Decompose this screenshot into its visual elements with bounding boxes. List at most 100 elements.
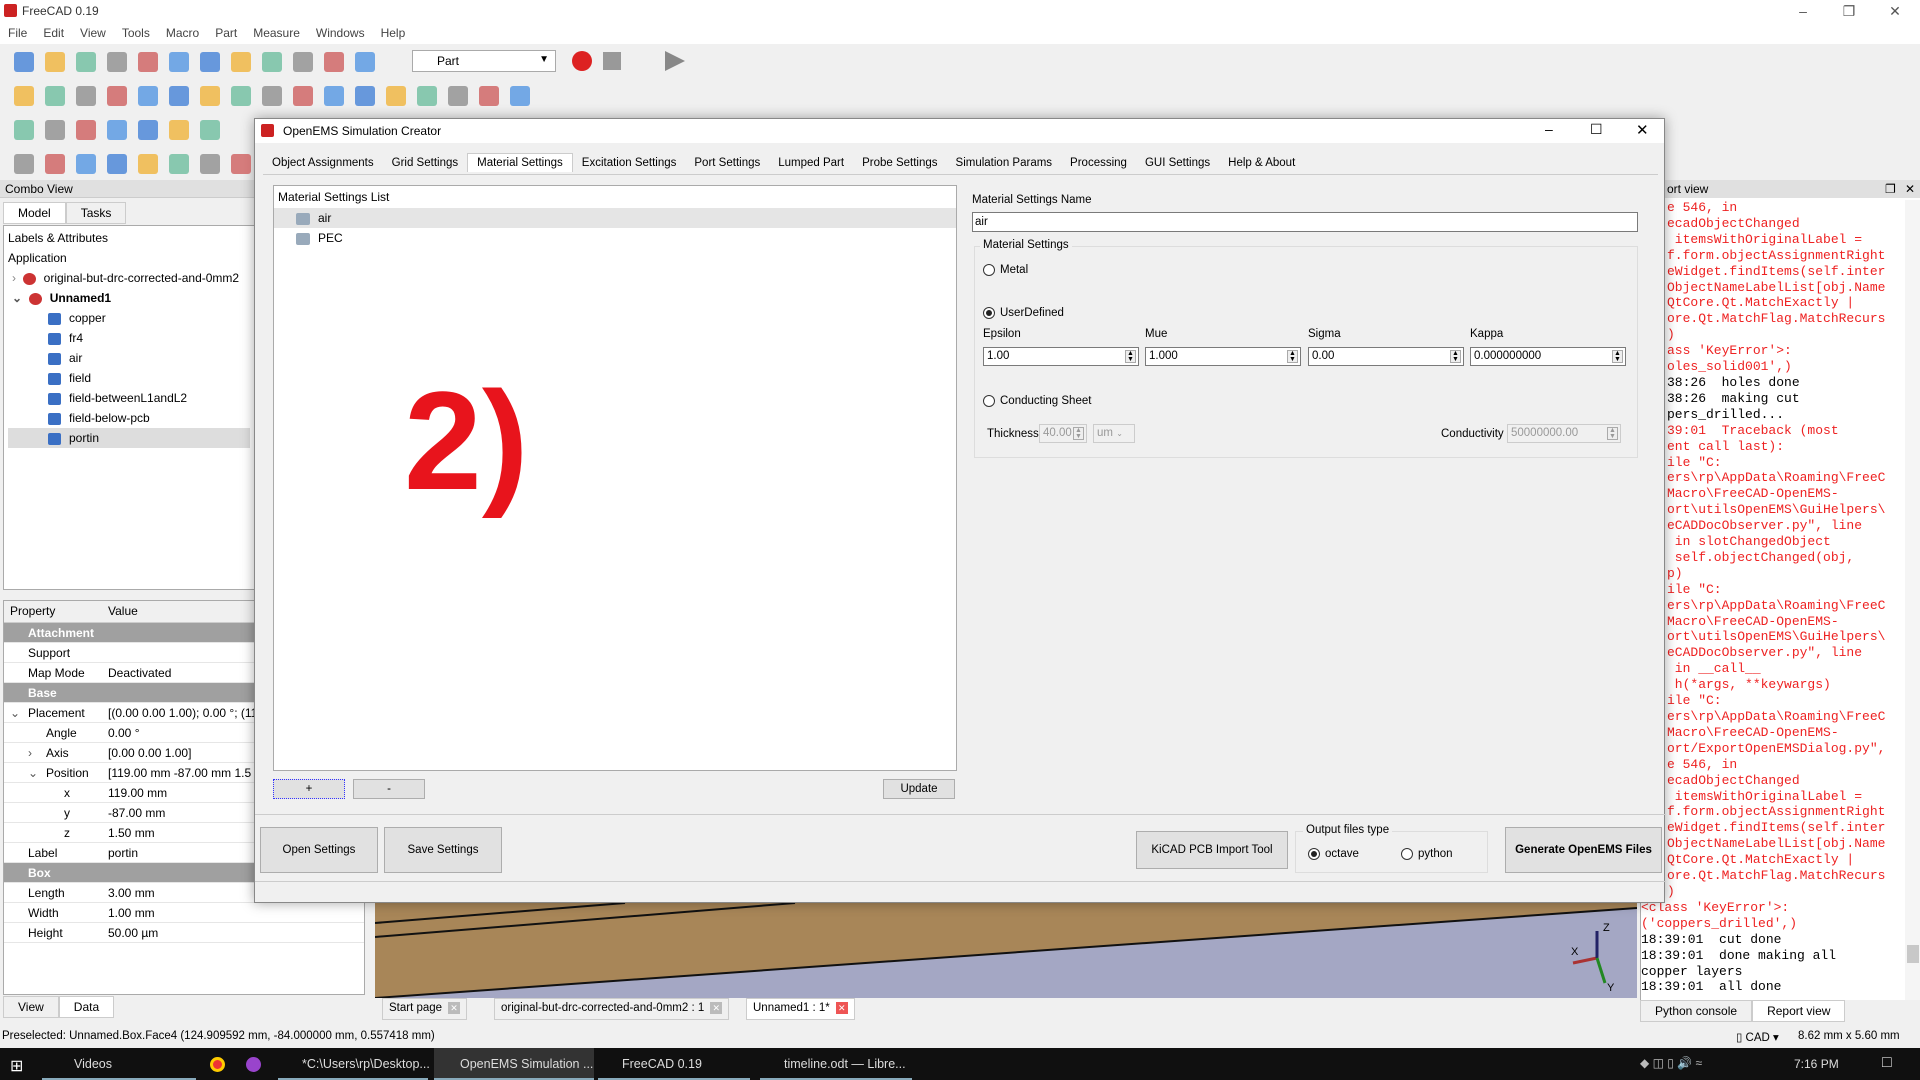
navigation-style-button[interactable]: ▯ CAD ▾ [1736,1030,1779,1044]
tab-simulation-params[interactable]: Simulation Params [947,154,1062,172]
taskbar-freecad[interactable]: FreeCAD 0.19 [598,1048,750,1080]
kicad-import-button[interactable]: KiCAD PCB Import Tool [1136,831,1288,869]
minimize-icon[interactable]: – [1545,121,1553,137]
report-scrollbar[interactable] [1905,200,1920,1000]
toolbar-button-icon[interactable] [355,86,375,106]
chrome-icon[interactable] [210,1057,225,1072]
tab-port-settings[interactable]: Port Settings [685,154,769,172]
conductivity-spinbox[interactable]: 50000000.00 ▲ ▼ [1507,424,1621,443]
menu-windows[interactable]: Windows [308,22,373,40]
view-tab-unnamed1[interactable]: Unnamed1 : 1* ✕ [746,998,855,1020]
toolbar-button-icon[interactable] [293,86,313,106]
property-row[interactable]: Width 1.00 mm [4,903,364,923]
restore-icon[interactable]: ❐ [1826,0,1872,22]
toolbar-button-icon[interactable] [262,52,282,72]
open-settings-button[interactable]: Open Settings [260,827,378,873]
sigma-spinbox[interactable]: 0.00 ▲ ▼ [1308,347,1464,366]
toolbar-button-icon[interactable] [169,120,189,140]
toolbar-button-icon[interactable] [138,120,158,140]
toolbar-button-icon[interactable] [138,154,158,174]
tab-python-console[interactable]: Python console [1640,1000,1753,1022]
toolbar-button-icon[interactable] [138,52,158,72]
toolbar-button-icon[interactable] [14,86,34,106]
tab-tasks[interactable]: Tasks [65,202,127,224]
menu-help[interactable]: Help [373,22,414,40]
toolbar-button-icon[interactable] [107,86,127,106]
tab-object-assignments[interactable]: Object Assignments [263,154,383,172]
chevron-down-icon[interactable]: ⌄ [28,763,38,783]
toolbar-button-icon[interactable] [293,52,313,72]
add-material-button[interactable]: + [273,779,345,799]
tab-data[interactable]: Data [58,996,115,1018]
3d-view[interactable]: X Z Y [375,903,1637,998]
thickness-unit-select[interactable]: um ⌄ [1093,424,1135,443]
radio-python[interactable]: python [1401,848,1453,860]
app-icon[interactable] [246,1057,261,1072]
close-panel-icon[interactable]: ✕ [1905,182,1915,196]
tab-report-view[interactable]: Report view [1752,1000,1846,1022]
toolbar-button-icon[interactable] [107,120,127,140]
toolbar-button-icon[interactable] [169,52,189,72]
toolbar-button-icon[interactable] [231,154,251,174]
material-name-input[interactable] [972,212,1638,232]
toolbar-button-icon[interactable] [14,154,34,174]
toolbar-button-icon[interactable] [14,120,34,140]
toolbar-button-icon[interactable] [169,86,189,106]
close-tab-icon[interactable]: ✕ [710,1002,723,1014]
toolbar-button-icon[interactable] [76,120,96,140]
toolbar-button-icon[interactable] [45,154,65,174]
tree-item-copper[interactable]: copper [8,308,250,328]
tab-probe-settings[interactable]: Probe Settings [853,154,946,172]
kappa-spinbox[interactable]: 0.000000000 ▲ ▼ [1470,347,1626,366]
toolbar-button-icon[interactable] [355,52,375,72]
toolbar-button-icon[interactable] [231,52,251,72]
material-item-pec[interactable]: PEC [274,228,956,248]
generate-openems-button[interactable]: Generate OpenEMS Files [1505,827,1662,873]
close-icon[interactable]: ✕ [1636,121,1649,139]
chevron-right-icon[interactable]: › [28,743,32,763]
tree-item-air[interactable]: air [8,348,250,368]
taskbar-libreoffice[interactable]: timeline.odt — Libre... [760,1048,912,1080]
toolbar-button-icon[interactable] [169,154,189,174]
spin-arrows-icon[interactable]: ▲ ▼ [1607,427,1618,440]
tab-grid-settings[interactable]: Grid Settings [383,154,467,172]
tree-doc-original[interactable]: › original-but-drc-corrected-and-0mm2 [8,268,250,288]
tab-material-settings[interactable]: Material Settings [467,153,573,172]
toolbar-button-icon[interactable] [76,86,96,106]
toolbar-button-icon[interactable] [45,86,65,106]
spin-arrows-icon[interactable]: ▲ ▼ [1612,350,1623,363]
toolbar-button-icon[interactable] [138,86,158,106]
toolbar-button-icon[interactable] [262,86,282,106]
toolbar-button-icon[interactable] [45,120,65,140]
menu-part[interactable]: Part [207,22,245,40]
close-tab-icon[interactable]: ✕ [448,1002,461,1014]
radio-userdefined[interactable]: UserDefined [983,307,1064,319]
thickness-spinbox[interactable]: 40.00 ▲ ▼ [1039,424,1087,443]
windows-start-icon[interactable]: ⊞ [10,1056,23,1076]
tree-item-portin[interactable]: portin [8,428,250,448]
toolbar-button-icon[interactable] [479,86,499,106]
tree-item-field[interactable]: field [8,368,250,388]
toolbar-button-icon[interactable] [324,86,344,106]
notifications-icon[interactable]: □ [1882,1054,1892,1072]
menu-view[interactable]: View [72,22,114,40]
chevron-down-icon[interactable]: ⌄ [10,703,20,723]
toolbar-button-icon[interactable] [448,86,468,106]
spin-arrows-icon[interactable]: ▲ ▼ [1125,350,1136,363]
mue-spinbox[interactable]: 1.000 ▲ ▼ [1145,347,1301,366]
tree-item-field-below-pcb[interactable]: field-below-pcb [8,408,250,428]
toolbar-button-icon[interactable] [324,52,344,72]
view-tab-start[interactable]: Start page ✕ [382,998,468,1020]
close-icon[interactable]: ✕ [1872,0,1918,22]
toolbar-button-icon[interactable] [107,154,127,174]
toolbar-button-icon[interactable] [386,86,406,106]
run-macro-icon[interactable] [665,51,685,71]
maximize-icon[interactable]: ☐ [1590,121,1603,138]
taskbar-openems[interactable]: OpenEMS Simulation ... [434,1048,594,1080]
toolbar-button-icon[interactable] [200,120,220,140]
toolbar-button-icon[interactable] [510,86,530,106]
tab-help-about[interactable]: Help & About [1219,154,1304,172]
toolbar-button-icon[interactable] [76,154,96,174]
menu-file[interactable]: File [0,22,35,40]
property-row[interactable]: Height 50.00 µm [4,923,364,943]
